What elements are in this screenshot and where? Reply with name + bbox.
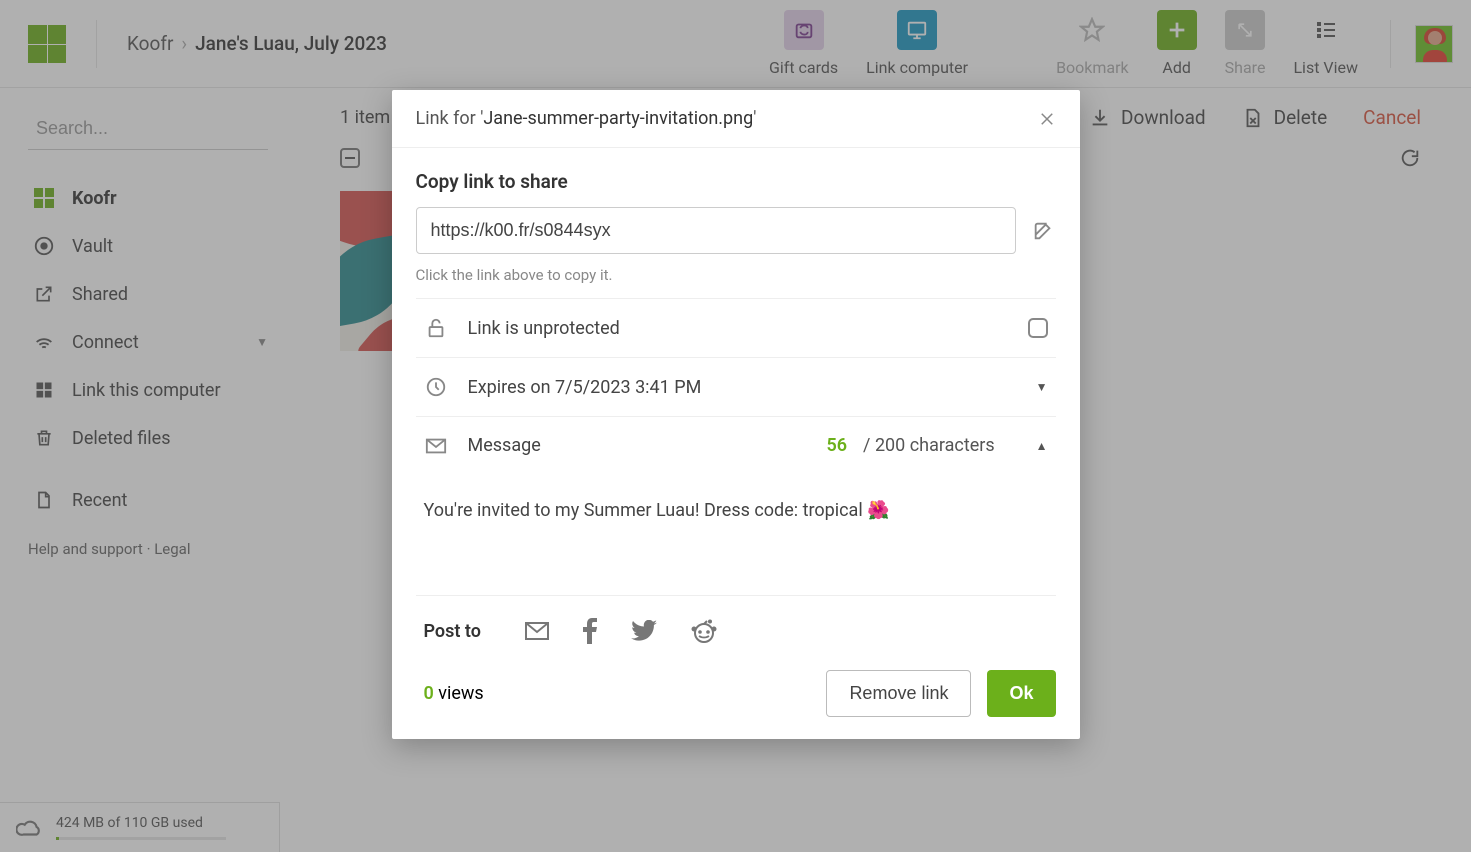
edit-link-button[interactable] bbox=[1030, 218, 1056, 244]
close-button[interactable] bbox=[1038, 110, 1056, 128]
message-text[interactable]: You're invited to my Summer Luau! Dress … bbox=[416, 474, 1056, 596]
char-count: 56 / 200 characters ▲ bbox=[826, 435, 1047, 456]
copy-hint: Click the link above to copy it. bbox=[416, 266, 1056, 299]
facebook-share-icon[interactable] bbox=[583, 618, 597, 644]
chevron-down-icon: ▼ bbox=[1036, 380, 1048, 394]
clock-icon bbox=[424, 376, 448, 398]
copy-link-heading: Copy link to share bbox=[416, 170, 1056, 193]
post-to-label: Post to bbox=[424, 621, 481, 642]
protection-row[interactable]: Link is unprotected bbox=[416, 299, 1056, 358]
reddit-share-icon[interactable] bbox=[691, 619, 717, 643]
ok-button[interactable]: Ok bbox=[987, 670, 1055, 717]
twitter-share-icon[interactable] bbox=[631, 620, 657, 642]
modal-overlay: Link for 'Jane-summer-party-invitation.p… bbox=[0, 0, 1471, 852]
remove-link-button[interactable]: Remove link bbox=[826, 670, 971, 717]
unlock-icon bbox=[424, 317, 448, 339]
mail-icon bbox=[424, 437, 448, 455]
expiry-row[interactable]: Expires on 7/5/2023 3:41 PM ▼ bbox=[416, 358, 1056, 417]
protection-checkbox[interactable] bbox=[1028, 318, 1048, 338]
email-share-icon[interactable] bbox=[525, 622, 549, 640]
message-row[interactable]: Message 56 / 200 characters ▲ bbox=[416, 417, 1056, 474]
views-count: 0 views bbox=[424, 683, 484, 704]
share-link-input[interactable] bbox=[416, 207, 1016, 254]
share-link-modal: Link for 'Jane-summer-party-invitation.p… bbox=[392, 90, 1080, 739]
modal-title: Link for 'Jane-summer-party-invitation.p… bbox=[416, 108, 757, 129]
chevron-up-icon: ▲ bbox=[1036, 439, 1048, 453]
